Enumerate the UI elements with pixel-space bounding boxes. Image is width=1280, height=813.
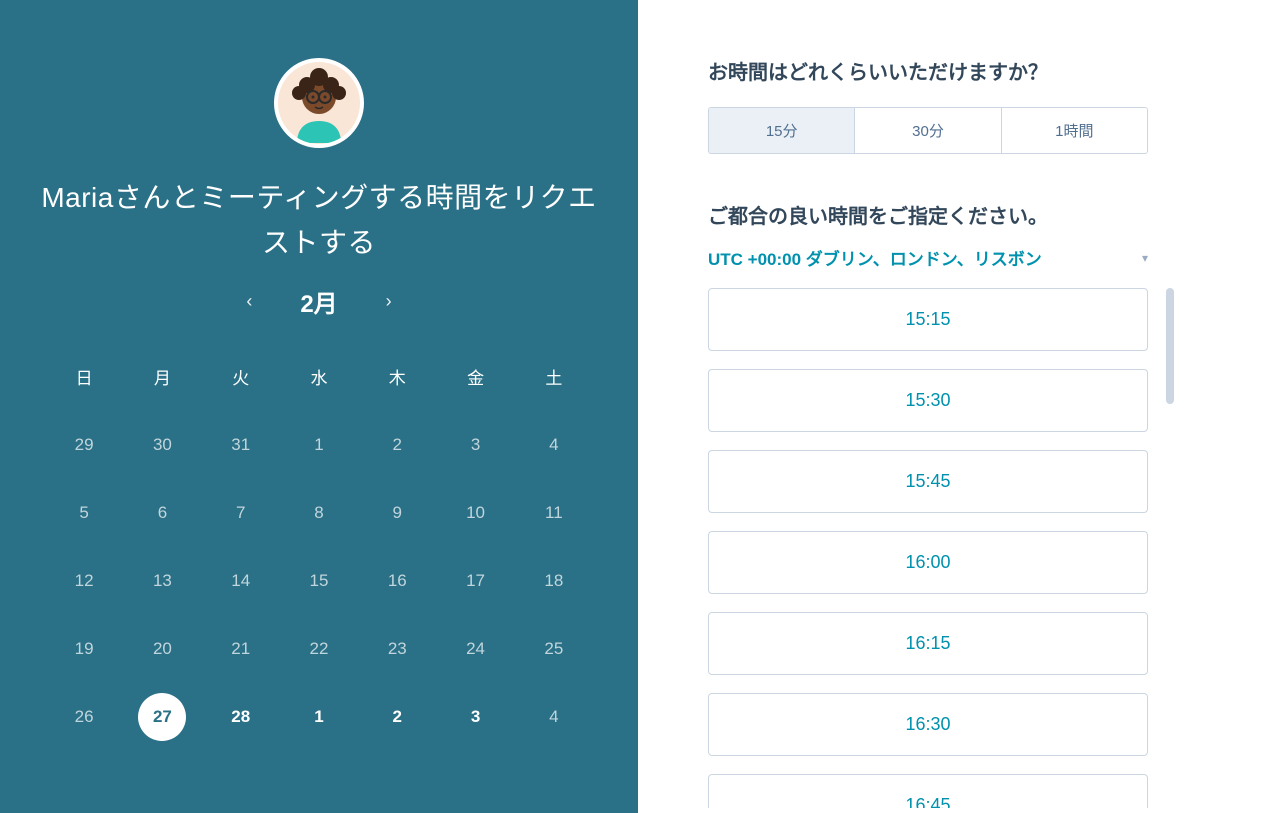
calendar-day: 11 xyxy=(515,479,593,547)
time-slot[interactable]: 15:30 xyxy=(708,369,1148,432)
calendar-day: 8 xyxy=(280,479,358,547)
calendar-day: 30 xyxy=(123,411,201,479)
day-of-week: 火 xyxy=(202,343,280,411)
duration-option[interactable]: 30分 xyxy=(854,108,1000,153)
calendar-day: 5 xyxy=(45,479,123,547)
calendar-day: 12 xyxy=(45,547,123,615)
calendar-day: 17 xyxy=(436,547,514,615)
calendar-day: 29 xyxy=(45,411,123,479)
duration-option[interactable]: 1時間 xyxy=(1001,108,1147,153)
day-of-week: 日 xyxy=(45,343,123,411)
day-of-week: 土 xyxy=(515,343,593,411)
prev-month-button[interactable]: ‹ xyxy=(246,291,252,312)
day-of-week: 水 xyxy=(280,343,358,411)
duration-option[interactable]: 15分 xyxy=(709,108,854,153)
calendar-day: 15 xyxy=(280,547,358,615)
calendar-day: 31 xyxy=(202,411,280,479)
time-slot[interactable]: 16:30 xyxy=(708,693,1148,756)
calendar-day: 21 xyxy=(202,615,280,683)
time-slot[interactable]: 15:45 xyxy=(708,450,1148,513)
calendar-day: 9 xyxy=(358,479,436,547)
day-of-week: 木 xyxy=(358,343,436,411)
calendar-day: 7 xyxy=(202,479,280,547)
calendar-day: 19 xyxy=(45,615,123,683)
calendar-day: 2 xyxy=(358,411,436,479)
next-month-button[interactable]: › xyxy=(386,291,392,312)
calendar-day: 25 xyxy=(515,615,593,683)
calendar-day: 24 xyxy=(436,615,514,683)
duration-selector: 15分30分1時間 xyxy=(708,107,1148,154)
day-of-week: 金 xyxy=(436,343,514,411)
calendar-panel: Mariaさんとミーティングする時間をリクエストする ‹ 2月 › 日月火水木金… xyxy=(0,0,638,813)
calendar-day: 10 xyxy=(436,479,514,547)
calendar-day: 4 xyxy=(515,683,593,751)
month-label: 2月 xyxy=(300,284,337,319)
avatar xyxy=(274,58,364,148)
calendar-day[interactable]: 3 xyxy=(436,683,514,751)
calendar-day: 6 xyxy=(123,479,201,547)
calendar-day: 20 xyxy=(123,615,201,683)
page-title: Mariaさんとミーティングする時間をリクエストする xyxy=(0,176,638,266)
calendar-day: 1 xyxy=(280,411,358,479)
calendar-day[interactable]: 2 xyxy=(358,683,436,751)
calendar-day: 4 xyxy=(515,411,593,479)
timezone-dropdown[interactable]: UTC +00:00 ダブリン、ロンドン、リスボン ▾ xyxy=(708,245,1148,270)
time-slot[interactable]: 15:15 xyxy=(708,288,1148,351)
calendar-day[interactable]: 27 xyxy=(123,683,201,751)
scrollbar[interactable] xyxy=(1166,288,1174,404)
time-question: ご都合の良い時間をご指定ください。 xyxy=(708,200,1226,229)
time-slot[interactable]: 16:45 xyxy=(708,774,1148,808)
day-of-week: 月 xyxy=(123,343,201,411)
time-slot[interactable]: 16:00 xyxy=(708,531,1148,594)
chevron-down-icon: ▾ xyxy=(1142,251,1148,265)
timezone-label: UTC +00:00 ダブリン、ロンドン、リスボン xyxy=(708,245,1042,270)
calendar-day: 23 xyxy=(358,615,436,683)
time-slot-list: 15:15 15:30 15:45 16:00 16:15 16:30 16:45 xyxy=(708,288,1148,808)
calendar-day: 18 xyxy=(515,547,593,615)
calendar-day: 16 xyxy=(358,547,436,615)
calendar-day: 13 xyxy=(123,547,201,615)
calendar-day: 14 xyxy=(202,547,280,615)
duration-question: お時間はどれくらいいただけますか？ xyxy=(708,56,1226,85)
calendar-day: 22 xyxy=(280,615,358,683)
calendar-grid: 日月火水木金土 29303112345678910111213141516171… xyxy=(45,343,593,751)
calendar-day: 3 xyxy=(436,411,514,479)
calendar-day[interactable]: 28 xyxy=(202,683,280,751)
calendar-day: 26 xyxy=(45,683,123,751)
avatar-illustration xyxy=(279,63,359,143)
time-slot[interactable]: 16:15 xyxy=(708,612,1148,675)
calendar-day[interactable]: 1 xyxy=(280,683,358,751)
month-nav: ‹ 2月 › xyxy=(246,284,391,319)
booking-panel: お時間はどれくらいいただけますか？ 15分30分1時間 ご都合の良い時間をご指定… xyxy=(638,0,1280,813)
